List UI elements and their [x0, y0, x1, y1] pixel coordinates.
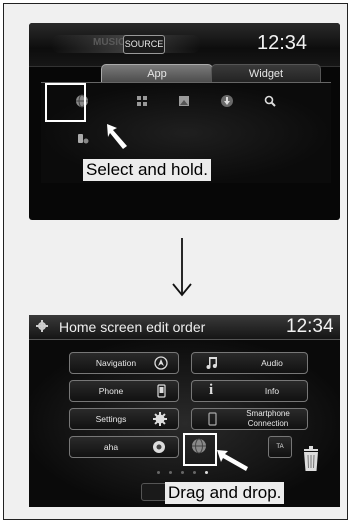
clock: 12:34 [257, 32, 308, 54]
title-bar: Home screen edit order 12:34 [29, 315, 340, 340]
tile-label: Info [264, 386, 280, 396]
tile-label: Phone [98, 386, 124, 396]
gear-icon [36, 320, 48, 332]
ta-icon: TA [276, 444, 284, 450]
page-dot-active[interactable] [205, 471, 208, 474]
tab-widget[interactable]: Widget [211, 64, 321, 83]
clock: 12:34 [286, 316, 334, 337]
drop-target-highlight [183, 433, 217, 466]
tile-smartphone-connection[interactable]: Smartphone Connection [191, 408, 308, 430]
tile-label: Audio [261, 358, 283, 368]
status-bar: MUSIC SOURCE 12:34 [29, 23, 340, 67]
grid-icon[interactable] [136, 95, 148, 107]
gear-icon [153, 412, 167, 426]
page-dot[interactable] [169, 471, 172, 474]
tile-label: Navigation [95, 358, 137, 368]
tile-ta[interactable]: TA [268, 436, 292, 458]
instruction-caption-1: Select and hold. [83, 159, 211, 181]
faded-audio-label: MUSIC [93, 37, 126, 48]
tab-bar: App Widget [101, 64, 321, 83]
download-icon[interactable] [220, 94, 234, 108]
tile-navigation[interactable]: Navigation [69, 352, 179, 374]
tile-label: Smartphone Connection [246, 409, 290, 428]
source-button[interactable]: SOURCE [123, 35, 165, 54]
tile-settings[interactable]: Settings [69, 408, 179, 430]
selected-app-highlight [45, 83, 86, 122]
down-arrow-icon [172, 238, 192, 297]
phone-icon [157, 384, 166, 398]
page-dot[interactable] [193, 471, 196, 474]
gallery-icon[interactable] [178, 95, 190, 107]
page-dot[interactable] [181, 471, 184, 474]
tile-label: Settings [95, 414, 127, 424]
tile-aha[interactable]: aha [69, 436, 179, 458]
tile-label: aha [103, 442, 119, 452]
aha-icon [153, 441, 165, 453]
page-dot[interactable] [157, 471, 160, 474]
instruction-caption-2: Drag and drop. [165, 482, 285, 504]
tile-info[interactable]: i Info [191, 380, 308, 402]
home-edit-screen: Home screen edit order 12:34 Navigation … [29, 315, 340, 507]
info-icon: i [209, 382, 214, 398]
navigation-icon [154, 356, 168, 370]
tile-phone[interactable]: Phone [69, 380, 179, 402]
tile-audio[interactable]: Audio [191, 352, 308, 374]
phone-settings-icon[interactable] [77, 133, 89, 145]
music-note-icon [206, 357, 217, 369]
pointer-arrow-icon [217, 450, 248, 471]
trash-icon[interactable] [301, 446, 321, 472]
tab-app[interactable]: App [101, 64, 213, 83]
pointer-arrow-icon [107, 124, 127, 149]
search-icon[interactable] [264, 95, 276, 107]
screen-title: Home screen edit order [59, 319, 206, 335]
smartphone-icon [208, 412, 217, 426]
